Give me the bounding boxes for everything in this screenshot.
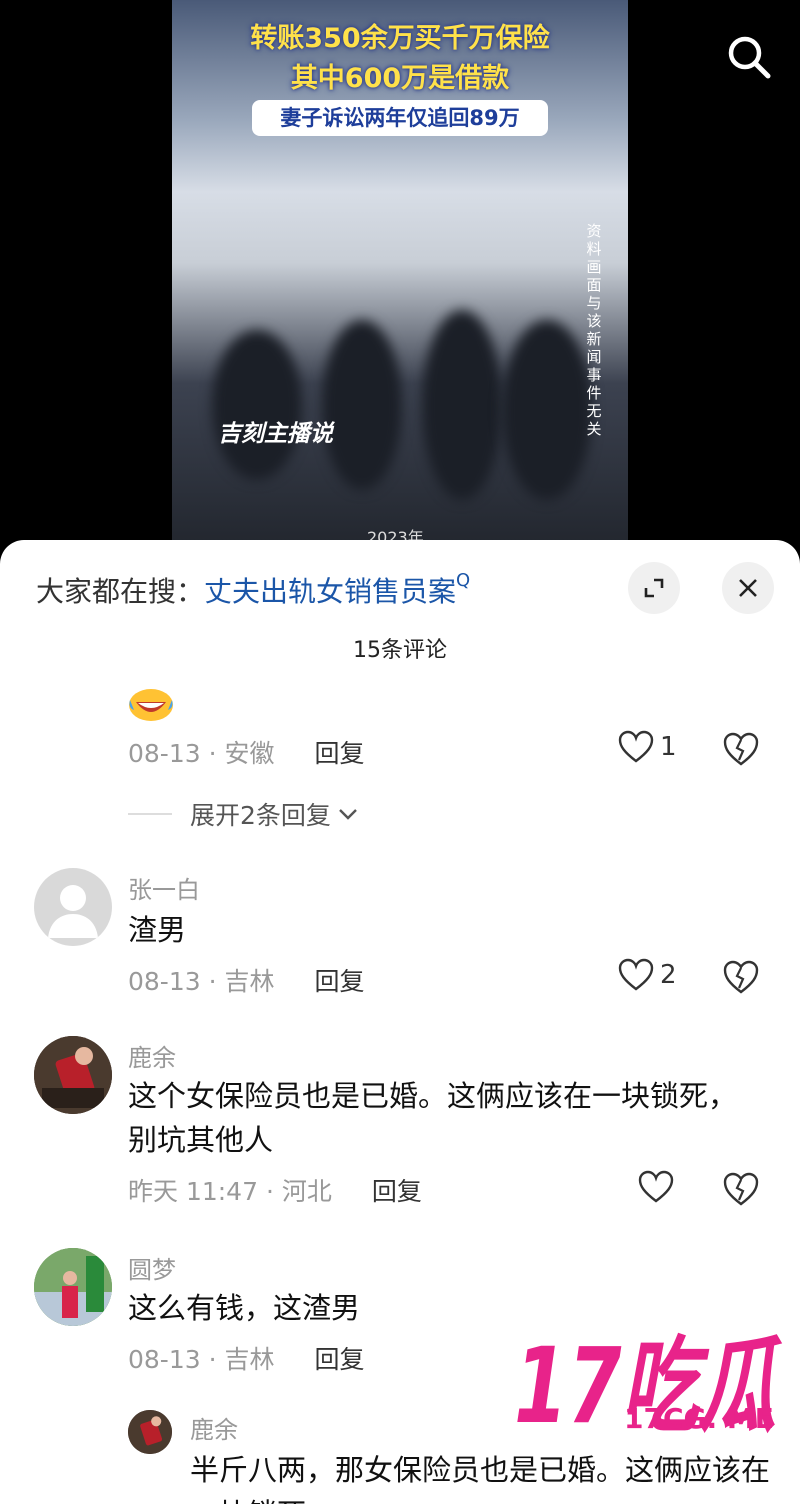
comment-username[interactable]: 鹿余 <box>128 1038 176 1073</box>
hot-search-keyword[interactable]: 丈夫出轨女销售员案 <box>204 575 456 608</box>
like-count: 1 <box>660 732 677 762</box>
search-small-icon: Q <box>456 570 471 591</box>
reply-button[interactable]: 回复 <box>314 967 364 996</box>
comment-date: 昨天 11:47 <box>128 1177 258 1206</box>
reply-button[interactable]: 回复 <box>314 1345 364 1374</box>
avatar[interactable] <box>34 1248 112 1326</box>
reply-button[interactable]: 回复 <box>314 739 364 768</box>
video-caption-line3: 妻子诉讼两年仅追回89万 <box>252 100 548 136</box>
meta-separator: · <box>208 1345 217 1374</box>
meta-separator: · <box>208 739 217 768</box>
heart-icon <box>618 958 654 991</box>
avatar[interactable] <box>34 1036 112 1114</box>
dislike-broken-heart-icon[interactable] <box>722 958 760 996</box>
comment-date: 08-13 <box>128 1345 201 1374</box>
comment-location: 河北 <box>281 1177 332 1206</box>
comment-username[interactable]: 圆梦 <box>128 1250 176 1285</box>
comment-meta: 08-13 · 吉林 回复 <box>128 962 365 998</box>
video-caption-line1: 转账350余万买千万保险 <box>250 23 550 54</box>
reply-text: 半斤八两，那女保险员也是已婚。这俩应该在一块锁死 <box>190 1453 771 1504</box>
expand-icon <box>644 578 664 598</box>
watermark-17cg-domain: 17CG. ME <box>624 1402 774 1435</box>
comment-meta: 昨天 11:47 · 河北 回复 <box>128 1172 422 1208</box>
dislike-broken-heart-icon[interactable] <box>722 730 760 768</box>
video-disclaimer: 资料画面与该新闻事件无关 <box>586 222 602 438</box>
comment-location: 吉林 <box>224 1345 275 1374</box>
reply-username[interactable]: 鹿余 <box>190 1410 238 1445</box>
comment-location: 安徽 <box>224 739 275 768</box>
comment-date: 08-13 <box>128 967 201 996</box>
avatar[interactable] <box>34 868 112 946</box>
comment-location: 吉林 <box>224 967 275 996</box>
like-button[interactable] <box>638 1170 674 1204</box>
expand-replies-button[interactable]: 展开2条回复 <box>128 796 359 832</box>
video-frame: 转账350余万买千万保险 其中600万是借款 妻子诉讼两年仅追回89万 资料画面… <box>172 0 628 548</box>
comment-text: 这么有钱，这渣男 <box>128 1291 361 1325</box>
like-count: 2 <box>660 960 677 990</box>
dislike-broken-heart-icon[interactable] <box>722 1170 760 1208</box>
search-icon[interactable] <box>722 30 776 84</box>
meta-separator: · <box>208 967 217 996</box>
comment-meta: 08-13 · 安徽 回复 <box>128 734 365 770</box>
heart-icon <box>638 1170 674 1203</box>
user-photo-avatar <box>34 1248 112 1326</box>
hot-search-bar[interactable]: 大家都在搜：丈夫出轨女销售员案Q <box>36 570 470 610</box>
comment-meta: 08-13 · 吉林 回复 <box>128 1340 365 1376</box>
video-player[interactable]: 转账350余万买千万保险 其中600万是借款 妻子诉讼两年仅追回89万 资料画面… <box>0 0 800 560</box>
comment-username[interactable]: 张一白 <box>128 870 200 905</box>
expand-replies-label: 展开2条回复 <box>190 801 331 830</box>
comment-text: 这个女保险员也是已婚。这俩应该在一块锁死，别坑其他人 <box>128 1079 738 1157</box>
divider-line <box>128 813 172 815</box>
laugh-cry-emoji <box>129 689 173 721</box>
avatar[interactable] <box>128 1410 172 1454</box>
like-button[interactable]: 1 <box>618 730 677 764</box>
hot-search-prefix: 大家都在搜： <box>36 575 205 608</box>
meta-separator: · <box>265 1177 274 1206</box>
default-avatar-icon <box>48 885 98 938</box>
reply-button[interactable]: 回复 <box>372 1177 422 1206</box>
comment-date: 08-13 <box>128 739 201 768</box>
user-photo-avatar <box>128 1410 172 1454</box>
video-caption-line2: 其中600万是借款 <box>290 63 510 94</box>
comment-count: 15条评论 <box>353 638 447 663</box>
expand-button[interactable] <box>628 562 680 614</box>
close-icon <box>739 579 757 597</box>
chevron-down-icon <box>339 809 357 820</box>
heart-icon <box>618 730 654 763</box>
close-button[interactable] <box>722 562 774 614</box>
like-button[interactable]: 2 <box>618 958 677 992</box>
video-watermark-logo: 吉刻主播说 <box>218 421 333 447</box>
comment-text: 渣男 <box>128 913 187 947</box>
user-photo-avatar <box>34 1036 112 1114</box>
